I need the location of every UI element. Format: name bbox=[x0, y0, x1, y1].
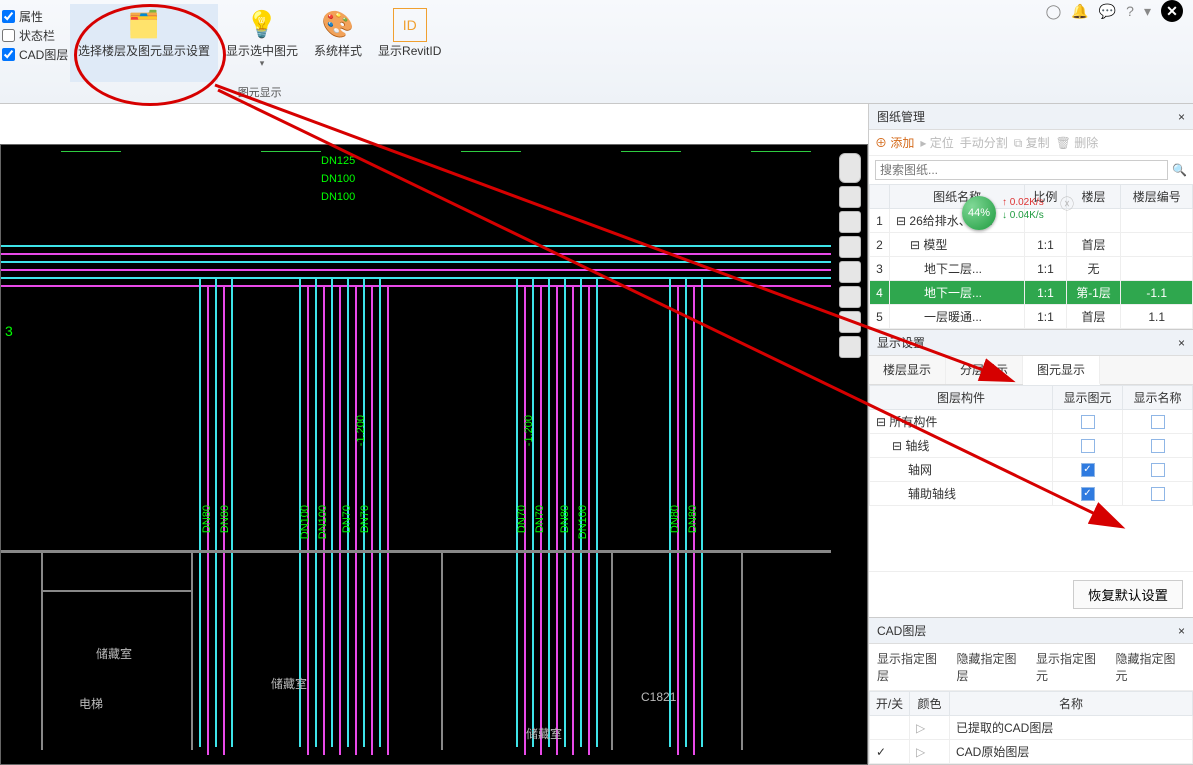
tool-section[interactable] bbox=[839, 261, 861, 283]
cad-canvas[interactable]: DN125 DN100 DN100 bbox=[0, 144, 868, 765]
system-style-button[interactable]: 🎨 系统样式 bbox=[306, 4, 370, 82]
tree-row[interactable]: 轴网✓ bbox=[870, 458, 1193, 482]
nav-cube[interactable] bbox=[839, 153, 861, 183]
tool-pan[interactable] bbox=[839, 211, 861, 233]
ribbon-group-label: 图元显示 bbox=[238, 84, 282, 100]
display-tree[interactable]: 图层构件 显示图元 显示名称 ⊟ 所有构件⊟ 轴线轴网✓辅助轴线✓ bbox=[869, 385, 1193, 506]
select-floor-display-button[interactable]: 🗂️ 选择楼层及图元显示设置 bbox=[70, 4, 218, 82]
table-row[interactable]: ▷已提取的CAD图层 bbox=[870, 716, 1193, 740]
panel-title: CAD图层 bbox=[877, 622, 926, 639]
hide-layer-button[interactable]: 隐藏指定图层 bbox=[957, 650, 1027, 684]
panel-cad-layer: CAD图层 × 显示指定图层 隐藏指定图层 显示指定图元 隐藏指定图元 开/关 颜… bbox=[869, 618, 1193, 765]
tool-layers[interactable] bbox=[839, 311, 861, 333]
pipe-label: DN100 bbox=[321, 173, 355, 185]
drawing-search-input[interactable] bbox=[875, 160, 1168, 180]
tool-measure[interactable] bbox=[839, 286, 861, 308]
tree-row[interactable]: ⊟ 所有构件 bbox=[870, 410, 1193, 434]
search-icon[interactable]: 🔍 bbox=[1172, 163, 1187, 177]
elev-label: -1.200 bbox=[355, 415, 367, 446]
room-label: 电梯 bbox=[79, 695, 103, 712]
dropdown-icon[interactable]: ▾ bbox=[1144, 3, 1151, 20]
id-icon: ID bbox=[393, 8, 427, 42]
axis-mark: 3 bbox=[5, 323, 13, 339]
delete-button: 🗑 删除 bbox=[1056, 134, 1099, 151]
view-toolbar bbox=[839, 153, 861, 358]
locate-button: ▸ 定位 bbox=[920, 134, 953, 151]
pipe-label: DN80 bbox=[669, 505, 681, 533]
chat-icon[interactable]: 💬 bbox=[1099, 3, 1116, 20]
panel-close-icon[interactable]: × bbox=[1178, 110, 1185, 124]
bell-icon[interactable]: 🔔 bbox=[1071, 3, 1088, 20]
cad-layer-table[interactable]: 开/关 颜色 名称 ▷已提取的CAD图层✓▷CAD原始图层 bbox=[869, 691, 1193, 764]
table-row[interactable]: 5一层暖通...1:1首层1.1 bbox=[870, 305, 1193, 329]
table-row[interactable]: ✓▷CAD原始图层 bbox=[870, 740, 1193, 764]
pipe-label: DN70 bbox=[359, 505, 371, 533]
tab-layer-display[interactable]: 分层显示 bbox=[946, 356, 1023, 384]
pipe-label: DN125 bbox=[321, 155, 355, 167]
pipe-label: DN100 bbox=[317, 505, 329, 539]
table-row[interactable]: 4地下一层...1:1第-1层-1.1 bbox=[870, 281, 1193, 305]
elev-label: -1.200 bbox=[523, 415, 535, 446]
panel-display-settings: 显示设置 × 楼层显示 分层显示 图元显示 图层构件 显示图元 显示名称 ⊟ 所有… bbox=[869, 330, 1193, 618]
progress-badge[interactable]: 44% bbox=[962, 196, 996, 230]
tool-zoom[interactable] bbox=[839, 186, 861, 208]
add-button[interactable]: ⊕ 添加 bbox=[875, 134, 914, 151]
show-selected-button[interactable]: 💡 显示选中图元 ▾ bbox=[218, 4, 306, 82]
pipe-label: DN70 bbox=[516, 505, 528, 533]
panel-title: 显示设置 bbox=[877, 334, 925, 351]
grid-icon: 🗂️ bbox=[127, 8, 161, 42]
show-element-button[interactable]: 显示指定图元 bbox=[1036, 650, 1106, 684]
panel-close-icon[interactable]: × bbox=[1178, 336, 1185, 350]
pipe-label: DN80 bbox=[219, 505, 231, 533]
tree-row[interactable]: ⊟ 轴线 bbox=[870, 434, 1193, 458]
show-layer-button[interactable]: 显示指定图层 bbox=[877, 650, 947, 684]
ribbon-group-display: 🗂️ 选择楼层及图元显示设置 💡 显示选中图元 ▾ 🎨 系统样式 ID 显示Re… bbox=[70, 0, 449, 103]
pipe-label: DN80 bbox=[559, 505, 571, 533]
table-row[interactable]: 3地下二层...1:1无 bbox=[870, 257, 1193, 281]
pipe-label: DN100 bbox=[321, 191, 355, 203]
avatar[interactable]: ✕ bbox=[1161, 0, 1183, 22]
split-button: 手动分割 bbox=[960, 134, 1008, 151]
room-label: 储藏室 bbox=[526, 725, 562, 742]
user-icon[interactable]: ◯ bbox=[1046, 3, 1062, 20]
pipe-label: DN80 bbox=[201, 505, 213, 533]
restore-defaults-button[interactable]: 恢复默认设置 bbox=[1073, 580, 1183, 609]
copy-button: ⧉ 复制 bbox=[1014, 134, 1050, 151]
room-label: 储藏室 bbox=[96, 645, 132, 662]
table-row[interactable]: 2⊟ 模型1:1首层 bbox=[870, 233, 1193, 257]
show-revitid-button[interactable]: ID 显示RevitID bbox=[370, 4, 449, 82]
room-label: C1821 bbox=[641, 690, 676, 704]
pipe-label: DN100 bbox=[299, 505, 311, 539]
pipe-label: DN70 bbox=[341, 505, 353, 533]
panel-close-icon[interactable]: × bbox=[1178, 624, 1185, 638]
style-icon: 🎨 bbox=[321, 8, 355, 42]
tab-floor-display[interactable]: 楼层显示 bbox=[869, 356, 946, 384]
speed-indicator: ↑ 0.02K/s ↓ 0.04K/s bbox=[1002, 196, 1044, 222]
help-icon[interactable]: ? bbox=[1126, 3, 1134, 19]
panel-title: 图纸管理 bbox=[877, 108, 925, 125]
toggle-statusbar[interactable]: 状态栏 bbox=[2, 27, 68, 44]
pipe-label: DN100 bbox=[577, 505, 589, 539]
hide-element-button[interactable]: 隐藏指定图元 bbox=[1116, 650, 1186, 684]
ribbon: 属性 状态栏 CAD图层 🗂️ 选择楼层及图元显示设置 💡 显示选中图元 ▾ 🎨… bbox=[0, 0, 1193, 104]
tab-element-display[interactable]: 图元显示 bbox=[1023, 356, 1100, 385]
pipe-label: DN70 bbox=[534, 505, 546, 533]
tool-orbit[interactable] bbox=[839, 236, 861, 258]
toggle-properties[interactable]: 属性 bbox=[2, 8, 68, 25]
tree-row[interactable]: 辅助轴线✓ bbox=[870, 482, 1193, 506]
room-label: 储藏室 bbox=[271, 675, 307, 692]
tool-more[interactable] bbox=[839, 336, 861, 358]
ribbon-view-toggles: 属性 状态栏 CAD图层 bbox=[0, 0, 70, 103]
toggle-cadlayer[interactable]: CAD图层 bbox=[2, 46, 68, 63]
badge-close-icon[interactable]: ⓧ bbox=[1060, 194, 1074, 214]
pipe-label: DN80 bbox=[687, 505, 699, 533]
bulb-icon: 💡 bbox=[245, 8, 279, 42]
